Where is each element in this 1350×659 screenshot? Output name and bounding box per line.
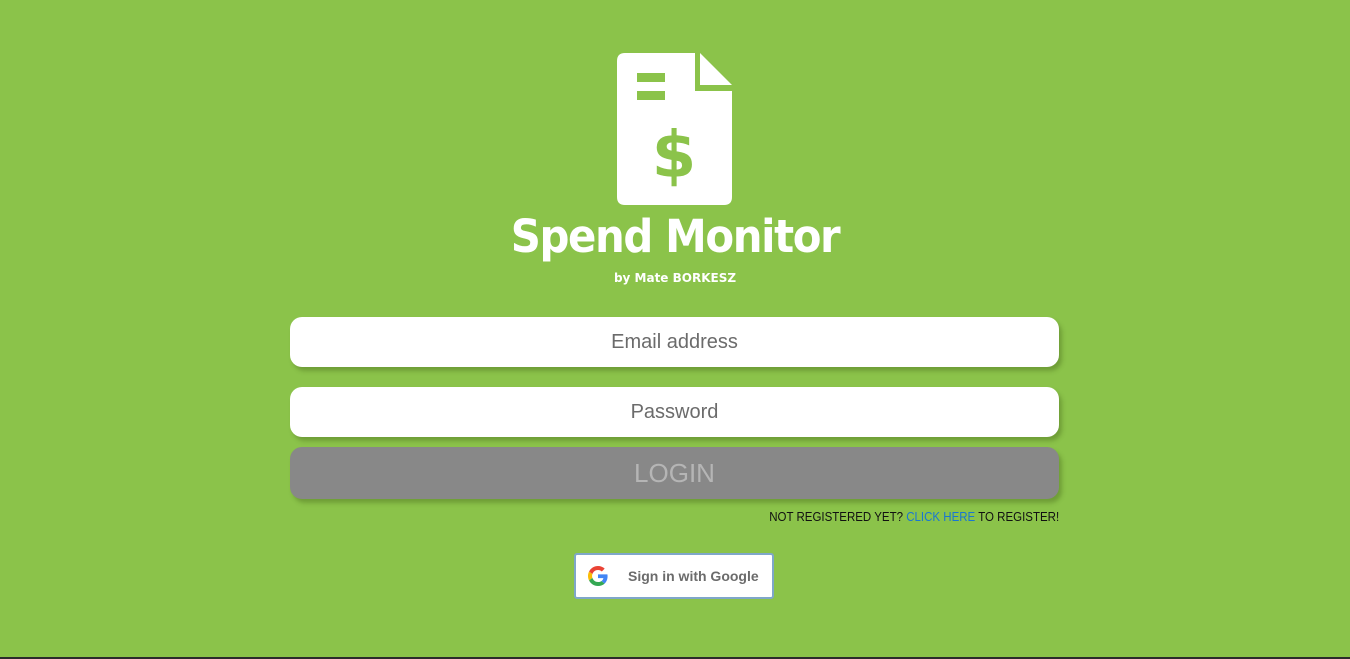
app-title: Spend Monitor [510,210,841,263]
google-signin-label: Sign in with Google [628,568,759,584]
register-prefix: NOT REGISTERED YET? [769,510,907,524]
svg-text:$: $ [652,119,697,193]
password-field[interactable] [290,387,1059,437]
invoice-dollar-icon: $ [617,53,732,205]
google-signin-button[interactable]: Sign in with Google [574,553,774,599]
register-suffix: TO REGISTER! [975,510,1059,524]
register-prompt: NOT REGISTERED YET? CLICK HERE TO REGIST… [769,509,1059,525]
google-icon [588,566,608,586]
register-link[interactable]: CLICK HERE [906,510,975,524]
app-author: by Mate BORKESZ [613,271,737,285]
email-field[interactable] [290,317,1059,367]
login-button[interactable]: LOGIN [290,447,1059,499]
